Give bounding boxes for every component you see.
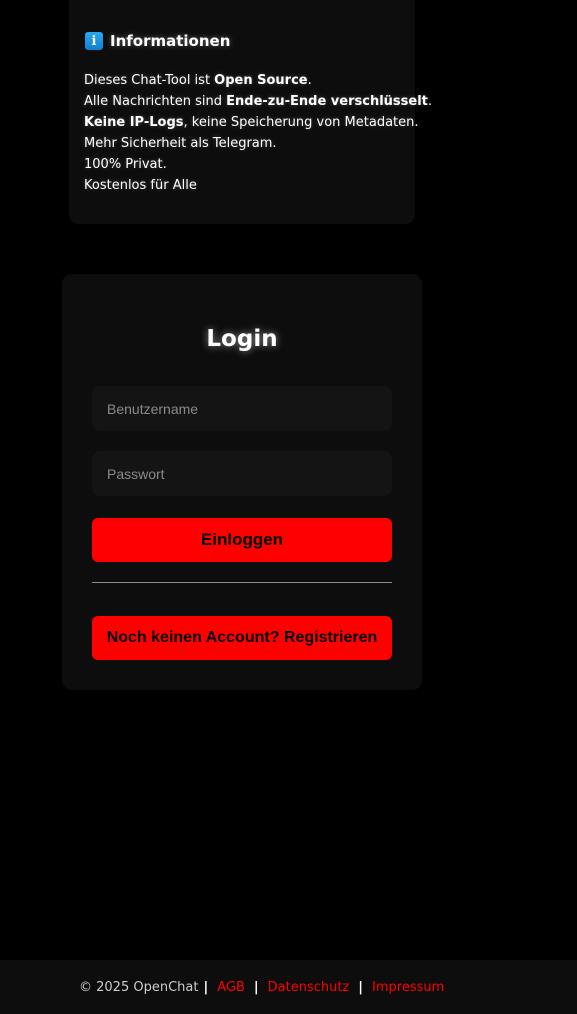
info-heading: i Informationen: [85, 32, 230, 50]
info-line: Mehr Sicherheit als Telegram.: [84, 133, 432, 154]
password-input[interactable]: [92, 451, 392, 496]
info-line-text: .: [427, 94, 433, 109]
copyright-text: © 2025 OpenChat: [79, 979, 199, 995]
register-button[interactable]: Noch keinen Account? Registrieren: [92, 616, 392, 660]
info-line: 100% Privat.: [84, 154, 432, 175]
footer-content: © 2025 OpenChat | AGB | Datenschutz | Im…: [0, 980, 444, 995]
footer: © 2025 OpenChat | AGB | Datenschutz | Im…: [0, 960, 577, 1014]
info-line-text: .: [307, 73, 312, 88]
impressum-link[interactable]: Impressum: [372, 980, 444, 995]
info-line-text: Kostenlos für Alle: [84, 178, 197, 193]
footer-separator: |: [203, 979, 209, 995]
login-title: Login: [206, 326, 278, 352]
info-line-text: 100% Privat.: [84, 157, 167, 172]
info-title: Informationen: [110, 32, 231, 50]
info-line-bold: Open Source: [214, 73, 308, 88]
datenschutz-link[interactable]: Datenschutz: [268, 980, 350, 995]
login-button[interactable]: Einloggen: [92, 518, 392, 562]
info-icon: i: [85, 32, 103, 50]
info-line-text: , keine Speicherung von Metadaten.: [183, 115, 419, 130]
info-line-text: Alle Nachrichten sind: [84, 94, 227, 109]
login-card: Login Einloggen Noch keinen Account? Reg…: [62, 274, 422, 690]
info-line: Keine IP-Logs, keine Speicherung von Met…: [84, 112, 432, 133]
info-line-bold: Keine IP-Logs: [84, 115, 184, 130]
info-line: Dieses Chat-Tool ist Open Source.: [84, 70, 432, 91]
footer-separator: |: [253, 979, 259, 995]
footer-separator: |: [358, 979, 364, 995]
info-line-bold: Ende-zu-Ende verschlüsselt: [226, 94, 428, 109]
username-input[interactable]: [92, 386, 392, 431]
info-line: Alle Nachrichten sind Ende-zu-Ende versc…: [84, 91, 432, 112]
info-card: i Informationen Dieses Chat-Tool ist Ope…: [69, 0, 432, 224]
info-line-text: Mehr Sicherheit als Telegram.: [84, 136, 277, 151]
info-line-text: Dieses Chat-Tool ist: [84, 73, 215, 88]
agb-link[interactable]: AGB: [217, 980, 245, 995]
info-text: Dieses Chat-Tool ist Open Source. Alle N…: [84, 70, 432, 196]
divider: [92, 582, 392, 583]
page: i Informationen Dieses Chat-Tool ist Ope…: [0, 0, 577, 1014]
info-line: Kostenlos für Alle: [84, 175, 432, 196]
